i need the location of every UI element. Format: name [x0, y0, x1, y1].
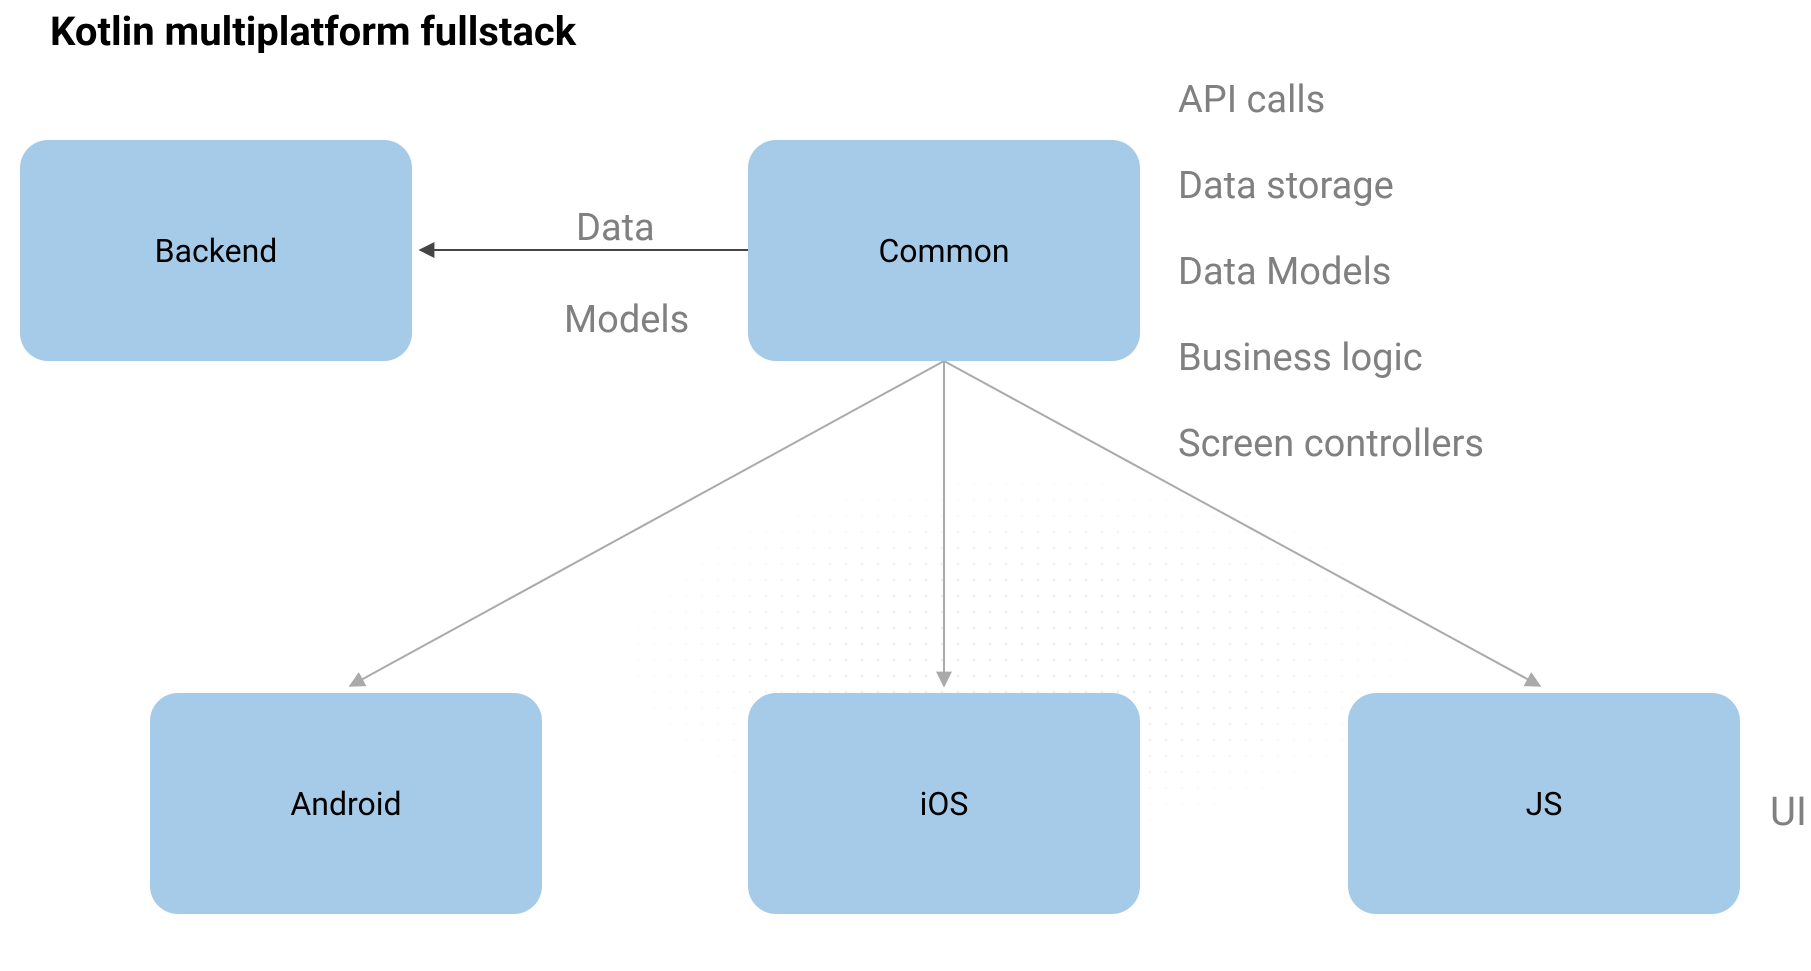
- node-common: Common: [748, 140, 1140, 361]
- annotation-api-calls: API calls: [1178, 78, 1484, 122]
- edge-common-to-android: [350, 361, 944, 686]
- annotation-data-storage: Data storage: [1178, 164, 1484, 208]
- node-backend: Backend: [20, 140, 412, 361]
- node-backend-label: Backend: [155, 232, 278, 270]
- edge-label-models: Models: [564, 292, 689, 349]
- node-js: JS: [1348, 693, 1740, 914]
- annotation-business-logic: Business logic: [1178, 336, 1484, 380]
- annotation-screen-controllers: Screen controllers: [1178, 422, 1484, 466]
- annotation-data-models: Data Models: [1178, 250, 1484, 294]
- node-android: Android: [150, 693, 542, 914]
- node-ios-label: iOS: [920, 785, 969, 823]
- node-common-label: Common: [878, 232, 1009, 270]
- common-annotations: API calls Data storage Data Models Busin…: [1178, 78, 1484, 508]
- side-label-ui: UI: [1770, 788, 1807, 835]
- edge-label-data: Data: [576, 200, 655, 257]
- node-android-label: Android: [290, 785, 401, 823]
- diagram-title: Kotlin multiplatform fullstack: [50, 8, 576, 55]
- node-ios: iOS: [748, 693, 1140, 914]
- node-js-label: JS: [1526, 785, 1563, 823]
